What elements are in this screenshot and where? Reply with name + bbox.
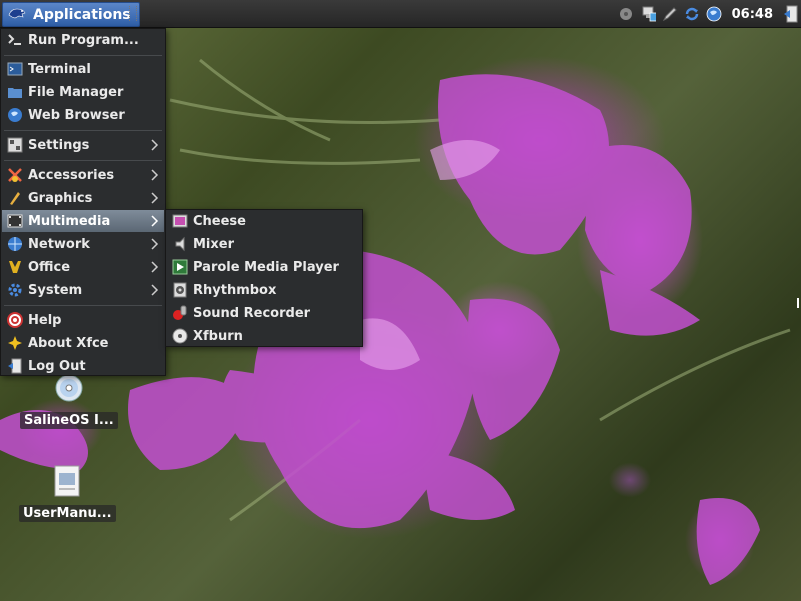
applications-label: Applications [33, 6, 131, 23]
globe-icon[interactable] [706, 6, 722, 22]
menu-item-rhythmbox[interactable]: Rhythmbox [167, 279, 361, 301]
menu-item-label: Log Out [28, 358, 86, 374]
office-icon [7, 259, 23, 275]
menu-item-label: Mixer [193, 236, 235, 252]
network-icon [7, 236, 23, 252]
pencil-icon[interactable] [662, 6, 678, 22]
menu-separator [4, 130, 162, 131]
menu-item-label: Parole Media Player [193, 259, 339, 275]
system-tray: 06:48 [618, 2, 799, 26]
accessories-icon [7, 167, 23, 183]
menu-item-label: File Manager [28, 84, 124, 100]
menu-item-file-manager[interactable]: File Manager [2, 81, 164, 103]
terminal-icon [7, 61, 23, 77]
menu-separator [4, 305, 162, 306]
menu-item-accessories[interactable]: Accessories [2, 164, 164, 186]
rhythmbox-icon [172, 282, 188, 298]
menu-item-help[interactable]: Help [2, 309, 164, 331]
refresh-icon[interactable] [684, 6, 700, 22]
cd-icon [52, 374, 86, 408]
logout-icon[interactable] [783, 5, 799, 23]
chevron-right-icon [150, 259, 160, 275]
cheese-icon [172, 213, 188, 229]
menu-item-label: Terminal [28, 61, 91, 77]
menu-item-parole-media-player[interactable]: Parole Media Player [167, 256, 361, 278]
document-icon [52, 465, 82, 501]
globe-icon [7, 107, 23, 123]
menu-separator [4, 160, 162, 161]
menu-item-settings[interactable]: Settings [2, 134, 164, 156]
chevron-right-icon [150, 282, 160, 298]
chevron-right-icon [150, 236, 160, 252]
menu-item-label: Settings [28, 137, 90, 153]
menu-item-label: Multimedia [28, 213, 111, 229]
menu-item-office[interactable]: Office [2, 256, 164, 278]
sound-recorder-icon [172, 305, 188, 321]
menu-item-xfburn[interactable]: Xfburn [167, 325, 361, 347]
desktop-icon-salineos[interactable]: SalineOS I... [20, 374, 118, 429]
menu-item-label: About Xfce [28, 335, 109, 351]
network-icon[interactable] [640, 6, 656, 22]
menu-item-label: Web Browser [28, 107, 125, 123]
menu-item-label: Cheese [193, 213, 246, 229]
star-icon [7, 335, 23, 351]
menu-item-label: Accessories [28, 167, 115, 183]
clock[interactable]: 06:48 [732, 7, 773, 22]
chevron-right-icon [150, 167, 160, 183]
chevron-right-icon [150, 213, 160, 229]
menu-item-multimedia[interactable]: Multimedia [2, 210, 164, 232]
logout-icon [7, 358, 23, 374]
screen-edge-marker [797, 298, 799, 308]
menu-item-label: Rhythmbox [193, 282, 277, 298]
menu-item-network[interactable]: Network [2, 233, 164, 255]
top-panel: Applications 06:48 [0, 0, 801, 28]
folder-icon [7, 84, 23, 100]
chevron-right-icon [150, 137, 160, 153]
system-icon [7, 282, 23, 298]
menu-item-label: Graphics [28, 190, 93, 206]
menu-item-mixer[interactable]: Mixer [167, 233, 361, 255]
menu-item-about-xfce[interactable]: About Xfce [2, 332, 164, 354]
menu-item-log-out[interactable]: Log Out [2, 355, 164, 377]
menu-item-sound-recorder[interactable]: Sound Recorder [167, 302, 361, 324]
disc-burn-icon [172, 328, 188, 344]
multimedia-icon [7, 213, 23, 229]
menu-item-label: System [28, 282, 83, 298]
desktop-icon-label: UserManu... [19, 505, 116, 522]
multimedia-submenu: Cheese Mixer Parole Media Player Rhythmb… [165, 209, 363, 347]
menu-item-label: Network [28, 236, 90, 252]
mixer-icon [172, 236, 188, 252]
menu-item-system[interactable]: System [2, 279, 164, 301]
menu-item-label: Help [28, 312, 62, 328]
menu-item-label: Xfburn [193, 328, 243, 344]
chevron-right-icon [150, 190, 160, 206]
menu-item-run-program[interactable]: Run Program... [2, 29, 164, 51]
applications-menu: Run Program... Terminal File Manager Web… [0, 28, 166, 376]
graphics-icon [7, 190, 23, 206]
menu-item-label: Office [28, 259, 71, 275]
desktop-icon-label: SalineOS I... [20, 412, 118, 429]
xfce-mouse-icon [7, 6, 27, 24]
menu-item-web-browser[interactable]: Web Browser [2, 104, 164, 126]
menu-item-graphics[interactable]: Graphics [2, 187, 164, 209]
disk-icon[interactable] [618, 6, 634, 22]
settings-icon [7, 137, 23, 153]
applications-menu-button[interactable]: Applications [2, 2, 140, 27]
menu-item-cheese[interactable]: Cheese [167, 210, 361, 232]
run-icon [7, 32, 23, 48]
menu-separator [4, 55, 162, 56]
menu-item-terminal[interactable]: Terminal [2, 58, 164, 80]
menu-item-label: Sound Recorder [193, 305, 311, 321]
menu-item-label: Run Program... [28, 32, 139, 48]
panel-handle[interactable] [129, 6, 137, 21]
help-icon [7, 312, 23, 328]
media-player-icon [172, 259, 188, 275]
desktop-icon-usermanual[interactable]: UserManu... [19, 465, 116, 522]
